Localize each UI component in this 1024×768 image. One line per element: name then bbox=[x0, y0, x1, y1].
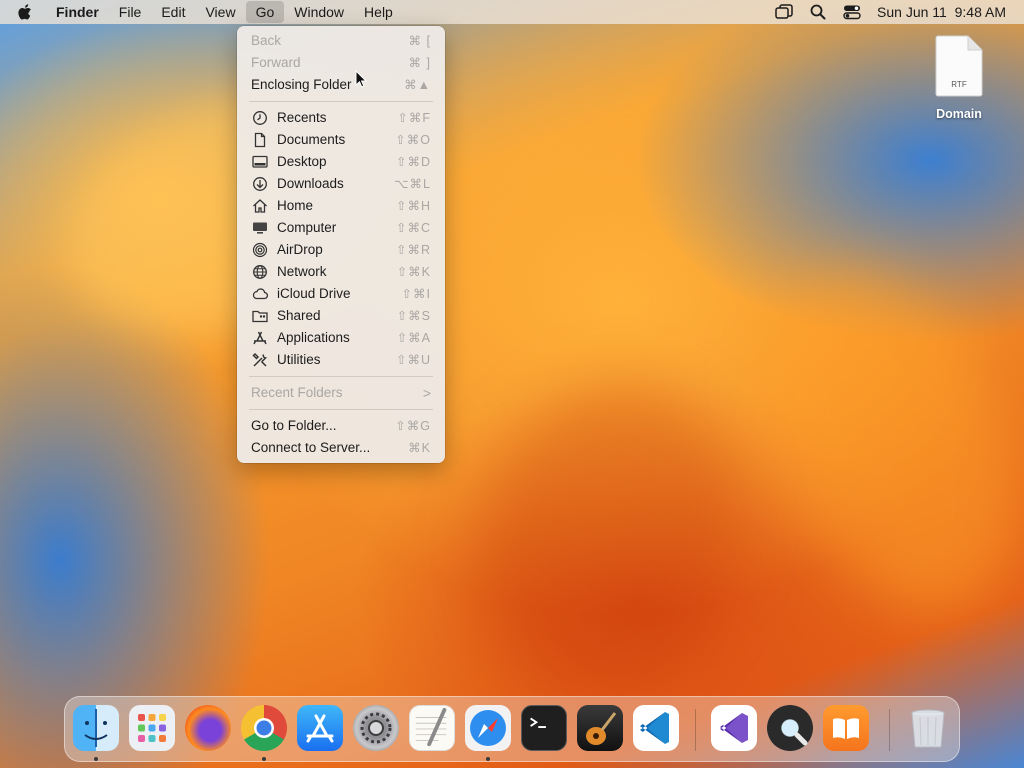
network-globe-icon bbox=[253, 265, 267, 279]
running-indicator bbox=[94, 757, 98, 761]
chevron-right-icon: > bbox=[422, 385, 431, 401]
help-menu[interactable]: Help bbox=[354, 0, 403, 24]
menu-item-utilities[interactable]: Utilities ⇧⌘U bbox=[237, 349, 445, 371]
system-settings-icon[interactable] bbox=[353, 705, 399, 751]
mouse-cursor-icon bbox=[355, 70, 367, 88]
desktop-file-domain[interactable]: RTF Domain bbox=[930, 34, 988, 121]
terminal-icon[interactable] bbox=[521, 705, 567, 751]
view-menu[interactable]: View bbox=[195, 0, 245, 24]
menu-separator bbox=[249, 376, 433, 377]
menu-item-connect-to-server[interactable]: Connect to Server... ⌘K bbox=[237, 437, 445, 459]
menu-item-recents[interactable]: Recents ⇧⌘F bbox=[237, 107, 445, 129]
dock bbox=[64, 696, 960, 762]
vscode-icon[interactable] bbox=[633, 705, 679, 751]
menu-item-home[interactable]: Home ⇧⌘H bbox=[237, 195, 445, 217]
menu-item-documents[interactable]: Documents ⇧⌘O bbox=[237, 129, 445, 151]
menu-item-go-to-folder[interactable]: Go to Folder... ⇧⌘G bbox=[237, 415, 445, 437]
menu-item-desktop[interactable]: Desktop ⇧⌘D bbox=[237, 151, 445, 173]
file-menu[interactable]: File bbox=[109, 0, 152, 24]
finder-icon[interactable] bbox=[73, 705, 119, 751]
document-icon bbox=[254, 132, 266, 148]
menu-item-forward[interactable]: Forward ⌘ ] bbox=[237, 52, 445, 74]
visual-studio-icon[interactable] bbox=[711, 705, 757, 751]
menu-item-icloud-drive[interactable]: iCloud Drive ⇧⌘I bbox=[237, 283, 445, 305]
launchpad-icon[interactable] bbox=[129, 705, 175, 751]
chrome-icon[interactable] bbox=[241, 705, 287, 751]
airdrop-icon bbox=[252, 242, 268, 258]
menu-item-recent-folders[interactable]: Recent Folders > bbox=[237, 382, 445, 404]
garageband-icon[interactable] bbox=[577, 705, 623, 751]
home-icon bbox=[253, 199, 267, 213]
control-center-icon[interactable] bbox=[843, 4, 861, 20]
go-menu[interactable]: Go bbox=[245, 1, 285, 23]
applications-icon bbox=[253, 331, 267, 345]
dock-divider bbox=[889, 709, 890, 751]
menu-item-downloads[interactable]: Downloads ⌥⌘L bbox=[237, 173, 445, 195]
apple-logo-icon[interactable] bbox=[18, 3, 36, 21]
desktop-file-label: Domain bbox=[936, 107, 982, 121]
cloud-icon bbox=[252, 288, 268, 300]
books-icon[interactable] bbox=[823, 705, 869, 751]
menu-bar: Finder File Edit View Go Window Help Sun… bbox=[0, 0, 1024, 24]
menu-item-airdrop[interactable]: AirDrop ⇧⌘R bbox=[237, 239, 445, 261]
app-store-icon[interactable] bbox=[297, 705, 343, 751]
file-type-label: RTF bbox=[951, 80, 967, 89]
shared-folder-icon bbox=[252, 310, 268, 323]
screen-mirroring-icon[interactable] bbox=[775, 4, 793, 20]
spotlight-search-icon[interactable] bbox=[809, 4, 827, 20]
quicktime-icon[interactable] bbox=[767, 705, 813, 751]
desktop-icon bbox=[252, 155, 268, 168]
running-indicator bbox=[262, 757, 266, 761]
menu-separator bbox=[249, 409, 433, 410]
window-menu[interactable]: Window bbox=[284, 0, 354, 24]
trash-icon[interactable] bbox=[905, 705, 951, 751]
dock-divider bbox=[695, 709, 696, 751]
firefox-icon[interactable] bbox=[185, 705, 231, 751]
finder-app-menu[interactable]: Finder bbox=[52, 0, 109, 24]
menu-item-shared[interactable]: Shared ⇧⌘S bbox=[237, 305, 445, 327]
textedit-icon[interactable] bbox=[409, 705, 455, 751]
download-icon bbox=[253, 177, 267, 191]
menu-item-back[interactable]: Back ⌘ [ bbox=[237, 30, 445, 52]
utilities-tools-icon bbox=[252, 352, 268, 367]
running-indicator bbox=[486, 757, 490, 761]
menu-item-enclosing-folder[interactable]: Enclosing Folder ⌘▲ bbox=[237, 74, 445, 96]
go-menu-dropdown: Back ⌘ [ Forward ⌘ ] Enclosing Folder ⌘▲… bbox=[237, 26, 445, 463]
menu-separator bbox=[249, 101, 433, 102]
menu-item-applications[interactable]: Applications ⇧⌘A bbox=[237, 327, 445, 349]
edit-menu[interactable]: Edit bbox=[151, 0, 195, 24]
clock-icon bbox=[253, 111, 267, 125]
safari-icon[interactable] bbox=[465, 705, 511, 751]
menu-item-computer[interactable]: Computer ⇧⌘C bbox=[237, 217, 445, 239]
menu-item-network[interactable]: Network ⇧⌘K bbox=[237, 261, 445, 283]
computer-icon bbox=[253, 222, 267, 234]
menu-bar-clock[interactable]: Sun Jun 11 9:48 AM bbox=[877, 4, 1006, 20]
